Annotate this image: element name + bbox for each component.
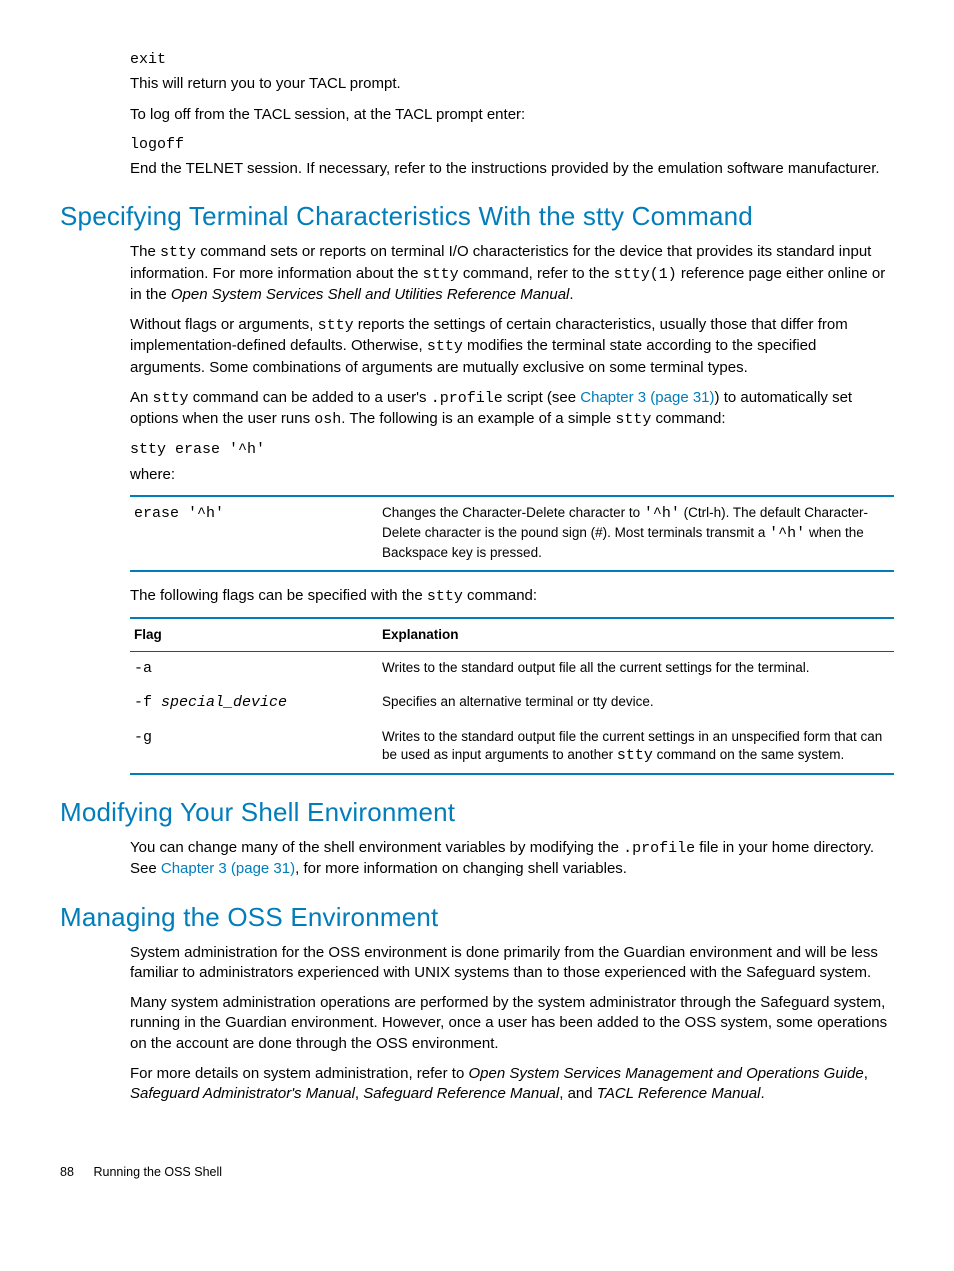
flags-table: Flag Explanation -a Writes to the standa…	[130, 617, 894, 775]
table-row: erase '^h' Changes the Character-Delete …	[130, 496, 894, 571]
sec2-p1: You can change many of the shell environ…	[130, 838, 894, 880]
link-chapter3-a[interactable]: Chapter 3 (page 31)	[580, 389, 714, 406]
code-stty-erase: stty erase '^h'	[130, 440, 894, 460]
heading-modifying: Modifying Your Shell Environment	[60, 795, 894, 830]
heading-stty: Specifying Terminal Characteristics With…	[60, 199, 894, 234]
flag-f-desc: Specifies an alternative terminal or tty…	[378, 686, 894, 720]
erase-table: erase '^h' Changes the Character-Delete …	[130, 495, 894, 572]
flag-g-desc: Writes to the standard output file the c…	[378, 721, 894, 774]
erase-arg: erase '^h'	[130, 496, 378, 571]
sec1-p3: An stty command can be added to a user's…	[130, 388, 894, 431]
code-logoff: logoff	[130, 135, 894, 155]
intro-p3: End the TELNET session. If necessary, re…	[130, 159, 894, 179]
col-flag: Flag	[130, 618, 378, 652]
page-footer: 88 Running the OSS Shell	[60, 1164, 894, 1181]
sec1-p2: Without flags or arguments, stty reports…	[130, 315, 894, 378]
erase-desc: Changes the Character-Delete character t…	[378, 496, 894, 571]
flag-g: -g	[130, 721, 378, 774]
page-number: 88	[60, 1164, 90, 1181]
intro-p2: To log off from the TACL session, at the…	[130, 105, 894, 125]
table-header-row: Flag Explanation	[130, 618, 894, 652]
sec1-content: The stty command sets or reports on term…	[130, 242, 894, 775]
flag-a-desc: Writes to the standard output file all t…	[378, 652, 894, 687]
where-label: where:	[130, 465, 894, 485]
sec1-p1: The stty command sets or reports on term…	[130, 242, 894, 305]
heading-managing: Managing the OSS Environment	[60, 900, 894, 935]
sec3-p1: System administration for the OSS enviro…	[130, 943, 894, 984]
intro-p1: This will return you to your TACL prompt…	[130, 74, 894, 94]
sec3-p2: Many system administration operations ar…	[130, 993, 894, 1054]
code-exit: exit	[130, 50, 894, 70]
table-row: -g Writes to the standard output file th…	[130, 721, 894, 774]
intro-section: exit This will return you to your TACL p…	[130, 50, 894, 179]
col-explanation: Explanation	[378, 618, 894, 652]
flag-a: -a	[130, 652, 378, 687]
chapter-title: Running the OSS Shell	[93, 1165, 222, 1179]
sec2-content: You can change many of the shell environ…	[130, 838, 894, 880]
flag-f: -f special_device	[130, 686, 378, 720]
sec1-p4: The following flags can be specified wit…	[130, 586, 894, 607]
table-row: -f special_device Specifies an alternati…	[130, 686, 894, 720]
sec3-content: System administration for the OSS enviro…	[130, 943, 894, 1105]
table-row: -a Writes to the standard output file al…	[130, 652, 894, 687]
sec3-p3: For more details on system administratio…	[130, 1064, 894, 1105]
link-chapter3-b[interactable]: Chapter 3 (page 31)	[161, 860, 295, 877]
